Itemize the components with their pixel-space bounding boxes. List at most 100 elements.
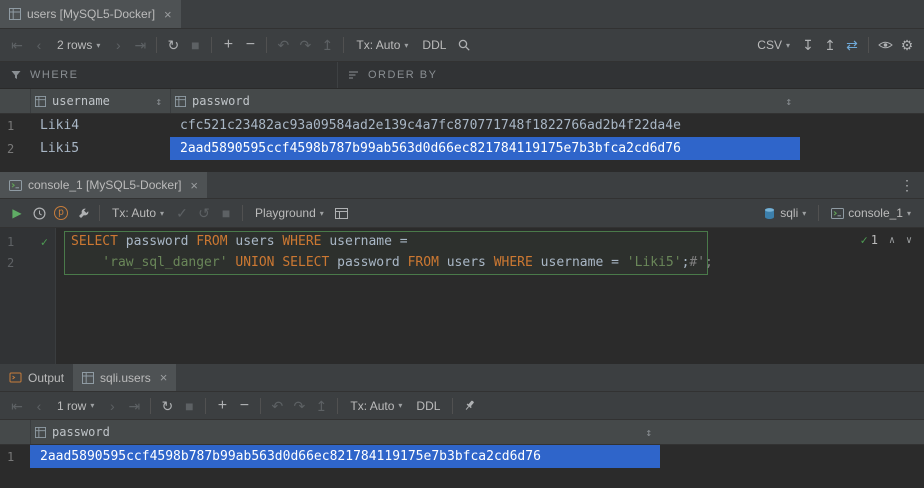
cell-username[interactable]: Liki4 xyxy=(30,114,170,137)
sql-keyword: FROM xyxy=(408,255,447,270)
view-options-eye-icon[interactable] xyxy=(874,34,896,56)
search-icon[interactable] xyxy=(453,34,475,56)
first-page-button[interactable]: ⇤ xyxy=(6,395,28,417)
stop-button[interactable]: ■ xyxy=(215,202,237,224)
cell-password[interactable]: cfc521c23482ac93a09584ad2e139c4a7fc87077… xyxy=(170,114,800,137)
next-page-button[interactable]: › xyxy=(101,395,123,417)
toolbar-separator xyxy=(260,398,261,414)
refresh-button[interactable]: ↻ xyxy=(156,395,178,417)
ddl-button[interactable]: DDL xyxy=(415,34,453,56)
delete-row-button[interactable]: − xyxy=(233,395,255,417)
previous-result-icon[interactable]: ∧ xyxy=(889,235,895,246)
redo-button[interactable]: ↷ xyxy=(294,34,316,56)
console-session-dropdown[interactable]: console_1 ▾ xyxy=(824,202,918,224)
page-size-dropdown[interactable]: 1 row ▾ xyxy=(50,395,101,417)
stop-button[interactable]: ■ xyxy=(184,34,206,56)
add-row-button[interactable]: + xyxy=(217,34,239,56)
sort-lines-icon xyxy=(348,69,360,81)
first-page-button[interactable]: ⇤ xyxy=(6,34,28,56)
run-button[interactable]: ▶ xyxy=(6,202,28,224)
table-icon xyxy=(9,8,21,20)
tx-mode-label: Tx: Auto xyxy=(356,38,400,52)
submit-button[interactable]: ↥ xyxy=(310,395,332,417)
sql-identifier: username xyxy=(329,234,399,249)
row-number[interactable]: 1 xyxy=(0,445,30,468)
order-by-filter-field[interactable]: ORDER BY xyxy=(338,62,924,88)
rollback-button[interactable]: ↺ xyxy=(193,202,215,224)
export-data-icon[interactable]: ↧ xyxy=(797,34,819,56)
code-line[interactable]: SELECT password FROM users WHERE usernam… xyxy=(57,231,924,252)
compare-data-icon[interactable]: ⇄ xyxy=(841,34,863,56)
pin-tab-icon[interactable] xyxy=(458,395,480,417)
settings-gear-icon[interactable]: ⚙ xyxy=(896,34,918,56)
delete-row-button[interactable]: − xyxy=(239,34,261,56)
wrench-settings-icon[interactable] xyxy=(72,202,94,224)
cell-password-selected[interactable]: 2aad5890595ccf4598b787b99ab563d0d66ec821… xyxy=(170,137,800,160)
history-clock-icon[interactable] xyxy=(28,202,50,224)
grid-empty-area xyxy=(0,160,924,172)
cell-password-selected[interactable]: 2aad5890595ccf4598b787b99ab563d0d66ec821… xyxy=(30,445,660,468)
order-by-label: ORDER BY xyxy=(368,69,437,81)
toolbar-separator xyxy=(205,398,206,414)
chevron-down-icon: ▾ xyxy=(96,41,100,50)
sql-keyword: WHERE xyxy=(494,255,541,270)
column-name: password xyxy=(192,94,250,108)
close-icon[interactable]: × xyxy=(164,7,172,22)
submit-button[interactable]: ↥ xyxy=(316,34,338,56)
chevron-down-icon: ▾ xyxy=(802,209,806,218)
close-icon[interactable]: × xyxy=(160,370,168,385)
tab-result-sqli-users[interactable]: sqli.users × xyxy=(73,364,176,391)
toolbar-separator xyxy=(818,205,819,221)
next-result-icon[interactable]: ∨ xyxy=(906,235,912,246)
more-options-icon[interactable]: ⋮ xyxy=(890,172,924,198)
sort-toggle-icon[interactable]: ↕ xyxy=(785,95,792,108)
sort-toggle-icon[interactable]: ↕ xyxy=(645,426,652,439)
cell-username[interactable]: Liki5 xyxy=(30,137,170,160)
refresh-button[interactable]: ↻ xyxy=(162,34,184,56)
row-number[interactable]: 2 xyxy=(0,137,30,160)
sql-string: 'raw_sql_danger' xyxy=(71,255,235,270)
tab-console-1[interactable]: console_1 [MySQL5-Docker] × xyxy=(0,172,207,198)
last-page-button[interactable]: ⇥ xyxy=(123,395,145,417)
playground-mode-dropdown[interactable]: Playground ▾ xyxy=(248,202,331,224)
tab-users-grid[interactable]: users [MySQL5-Docker] × xyxy=(0,0,181,28)
sql-string: 'Liki5' xyxy=(627,255,682,270)
revert-button[interactable]: ↶ xyxy=(272,34,294,56)
output-layout-icon[interactable] xyxy=(331,202,353,224)
revert-button[interactable]: ↶ xyxy=(266,395,288,417)
tx-mode-label: Tx: Auto xyxy=(112,206,156,220)
schema-dropdown[interactable]: sqli ▾ xyxy=(756,202,813,224)
sql-identifier: users xyxy=(235,234,282,249)
column-header-username[interactable]: username ↕ xyxy=(30,89,170,113)
sql-editor[interactable]: 1 ✓ 2 SELECT password FROM users WHERE u… xyxy=(0,228,924,364)
output-toolbar: ⇤ ‹ 1 row ▾ › ⇥ ↻ ■ + − ↶ ↷ ↥ Tx: Auto ▾… xyxy=(0,392,924,420)
where-filter-field[interactable]: WHERE xyxy=(0,62,338,88)
ddl-button[interactable]: DDL xyxy=(409,395,447,417)
column-header-password[interactable]: password ↕ xyxy=(170,89,800,113)
add-row-button[interactable]: + xyxy=(211,395,233,417)
commit-button[interactable]: ✓ xyxy=(171,202,193,224)
export-format-label: CSV xyxy=(757,38,782,52)
stop-button[interactable]: ■ xyxy=(178,395,200,417)
next-page-button[interactable]: › xyxy=(107,34,129,56)
explain-plan-icon[interactable]: p xyxy=(50,202,72,224)
last-page-button[interactable]: ⇥ xyxy=(129,34,151,56)
redo-button[interactable]: ↷ xyxy=(288,395,310,417)
toolbar-separator xyxy=(150,398,151,414)
row-number[interactable]: 1 xyxy=(0,114,30,137)
tx-mode-dropdown[interactable]: Tx: Auto ▾ xyxy=(343,395,409,417)
previous-page-button[interactable]: ‹ xyxy=(28,34,50,56)
database-icon xyxy=(763,207,776,220)
code-line[interactable]: 'raw_sql_danger' UNION SELECT password F… xyxy=(57,252,924,273)
export-format-dropdown[interactable]: CSV ▾ xyxy=(750,34,797,56)
editor-code-area[interactable]: SELECT password FROM users WHERE usernam… xyxy=(57,228,924,273)
sort-toggle-icon[interactable]: ↕ xyxy=(155,95,162,108)
import-data-icon[interactable]: ↥ xyxy=(819,34,841,56)
page-size-dropdown[interactable]: 2 rows ▾ xyxy=(50,34,107,56)
tx-mode-dropdown[interactable]: Tx: Auto ▾ xyxy=(349,34,415,56)
previous-page-button[interactable]: ‹ xyxy=(28,395,50,417)
tab-output[interactable]: Output xyxy=(0,364,73,391)
column-header-password[interactable]: password ↕ xyxy=(30,420,660,444)
close-icon[interactable]: × xyxy=(190,178,198,193)
tx-mode-dropdown[interactable]: Tx: Auto ▾ xyxy=(105,202,171,224)
